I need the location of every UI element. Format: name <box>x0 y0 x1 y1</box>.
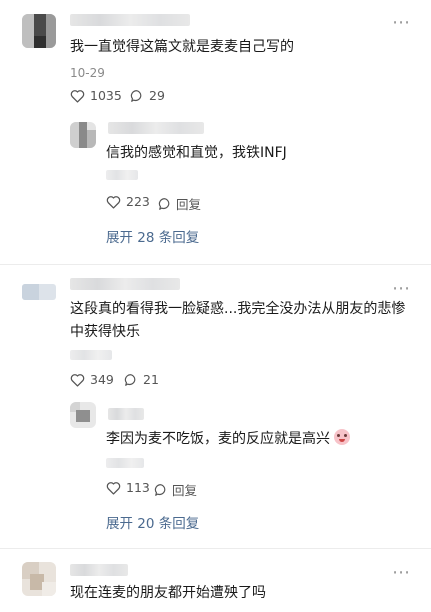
like-count: 349 <box>90 372 114 387</box>
like-count: 223 <box>126 194 150 209</box>
comment-text: 我一直觉得这篇文就是麦麦自己写的 <box>70 39 294 55</box>
avatar[interactable] <box>70 122 96 148</box>
more-dots-icon[interactable]: ⋯ <box>392 12 411 33</box>
username[interactable] <box>108 408 144 420</box>
emoji-icon <box>334 429 351 445</box>
reply-text-content: 李因为麦不吃饭，麦的反应就是高兴 <box>106 431 330 447</box>
heart-icon <box>70 89 85 103</box>
reply-count-button[interactable]: 21 <box>124 372 159 387</box>
like-button[interactable]: 113 <box>106 480 150 495</box>
expand-replies-link[interactable]: 展开 20 条回复 <box>106 512 199 532</box>
username[interactable] <box>70 564 128 576</box>
reply-count: 21 <box>143 372 159 387</box>
avatar[interactable] <box>22 284 56 300</box>
username[interactable] <box>70 278 180 290</box>
heart-icon <box>106 481 121 495</box>
comment-bubble-icon <box>158 197 170 210</box>
like-button[interactable]: 1035 <box>70 88 122 103</box>
divider <box>0 264 431 265</box>
reply-button[interactable]: 回复 <box>154 480 197 499</box>
comment-date: 10-29 <box>70 66 105 80</box>
comment-date <box>70 350 112 360</box>
avatar[interactable] <box>70 402 96 428</box>
comment-bubble-icon <box>124 373 136 386</box>
avatar[interactable] <box>22 14 56 48</box>
heart-icon <box>106 195 121 209</box>
reply-button[interactable]: 回复 <box>158 194 201 213</box>
reply-label: 回复 <box>172 483 198 498</box>
reply-label: 回复 <box>176 197 202 212</box>
divider <box>0 548 431 549</box>
reply-date <box>106 458 144 468</box>
more-dots-icon[interactable]: ⋯ <box>392 278 411 299</box>
comment-bubble-icon <box>130 89 142 102</box>
like-count: 113 <box>126 480 150 495</box>
heart-icon <box>70 373 85 387</box>
like-count: 1035 <box>90 88 122 103</box>
reply-count: 29 <box>149 88 165 103</box>
like-button[interactable]: 349 <box>70 372 114 387</box>
avatar[interactable] <box>22 562 56 596</box>
username[interactable] <box>70 14 190 26</box>
comment-text-line-2: 中获得快乐 <box>70 324 140 340</box>
expand-replies-link[interactable]: 展开 28 条回复 <box>106 226 199 246</box>
comment-text: 现在连麦的朋友都开始遭殃了吗 <box>70 585 266 601</box>
comment-text-line-1: 这段真的看得我一脸疑惑...我完全没办法从朋友的悲惨 <box>70 301 406 317</box>
username[interactable] <box>108 122 204 134</box>
reply-date <box>106 170 138 180</box>
like-button[interactable]: 223 <box>106 194 150 209</box>
reply-text: 李因为麦不吃饭，麦的反应就是高兴 <box>106 428 351 450</box>
comment-bubble-icon <box>154 483 166 496</box>
reply-count-button[interactable]: 29 <box>130 88 165 103</box>
reply-text: 信我的感觉和直觉，我铁INFJ <box>106 145 287 161</box>
more-dots-icon[interactable]: ⋯ <box>392 562 411 583</box>
